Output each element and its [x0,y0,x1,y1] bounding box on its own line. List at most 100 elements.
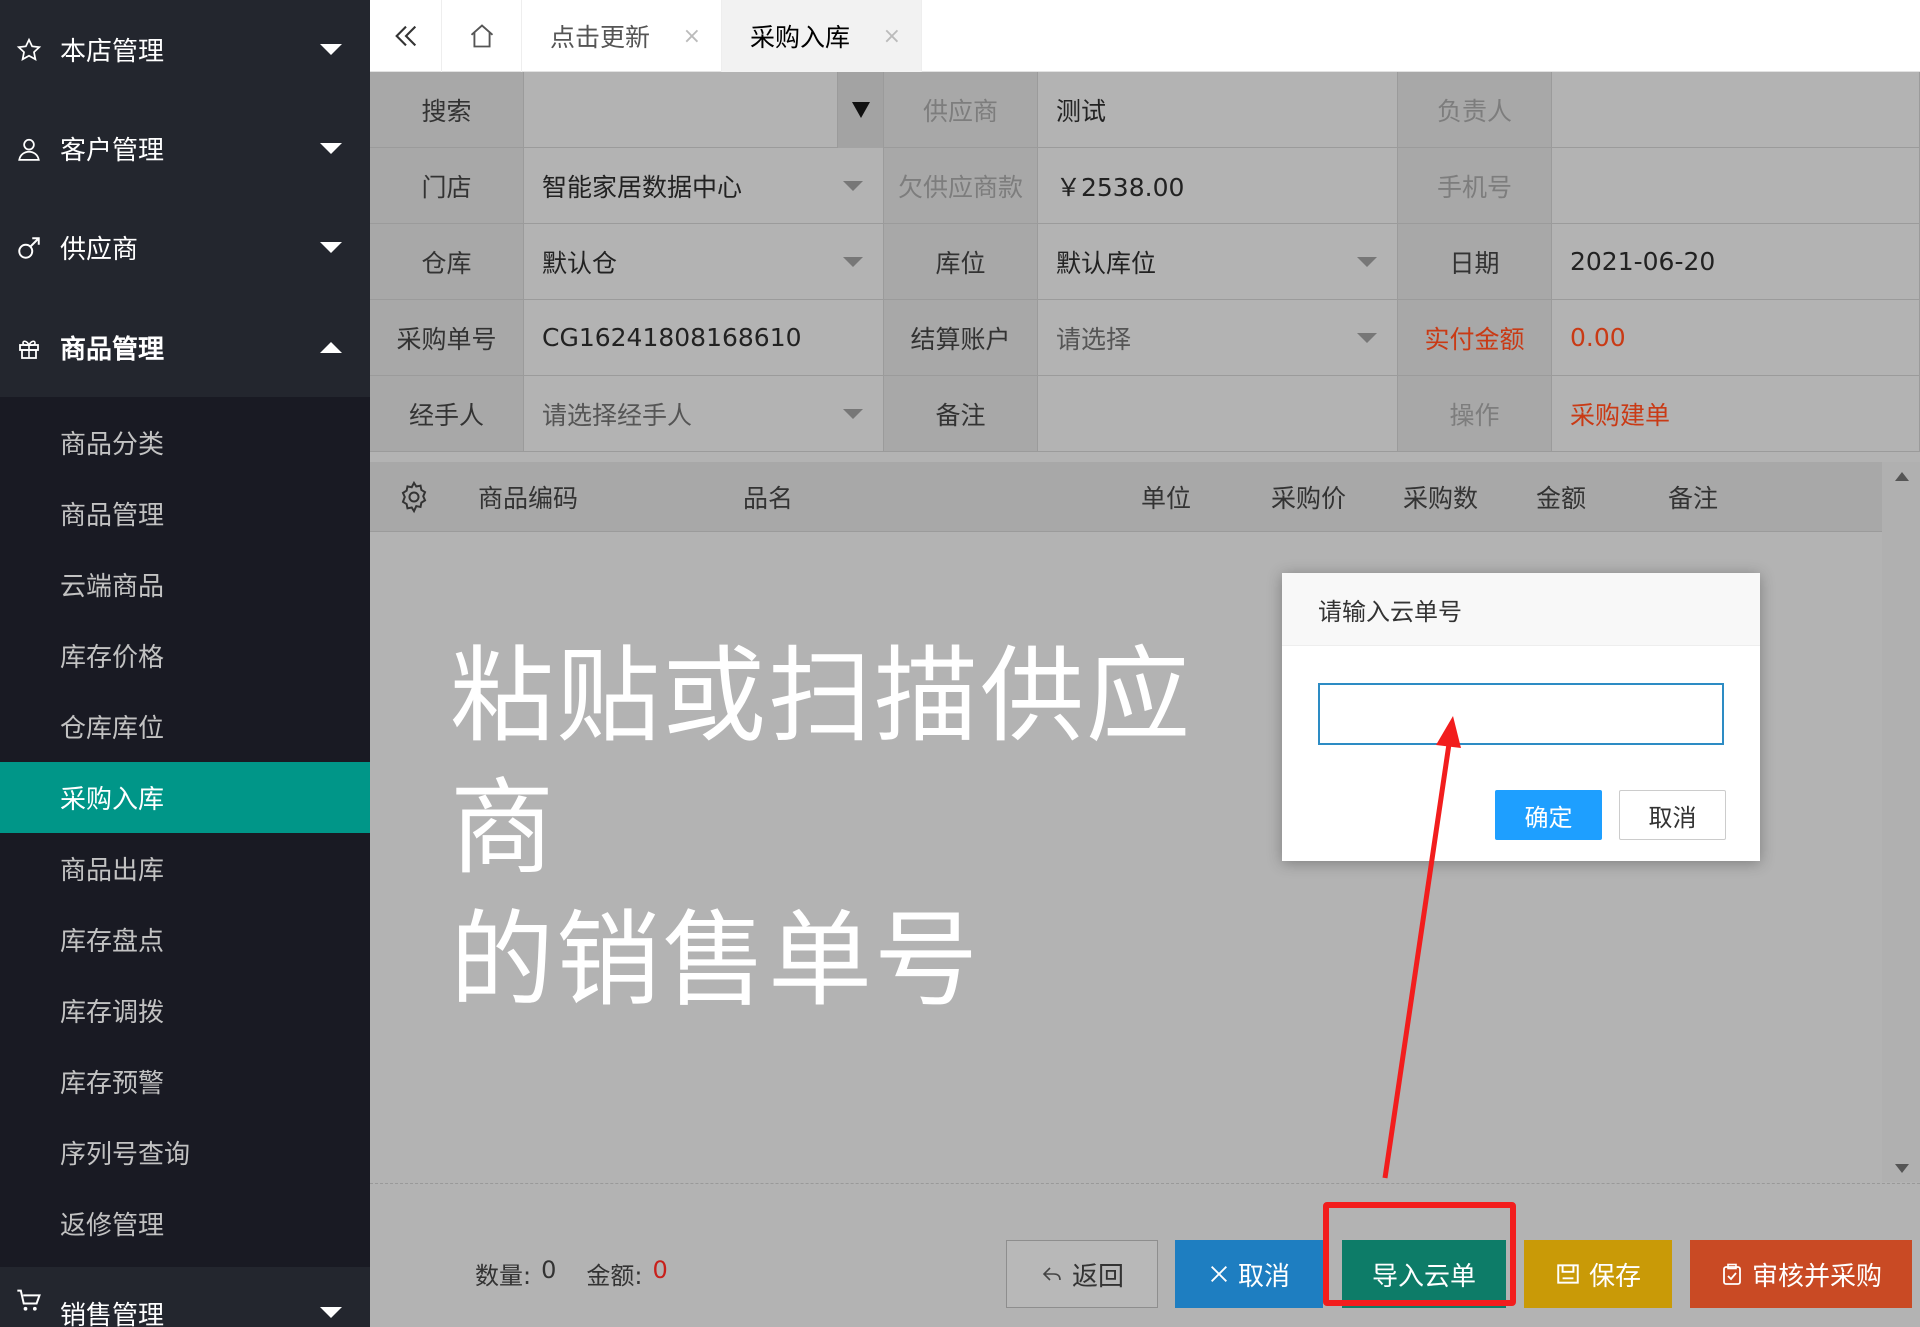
cancel-button[interactable]: 取消 [1175,1240,1323,1308]
account-label: 结算账户 [884,300,1038,376]
nav-group-label: 销售管理 [60,1301,165,1327]
highlight-box [1323,1202,1516,1306]
warehouse-select[interactable]: 默认仓 [524,224,884,300]
handler-select-placeholder: 请选择经手人 [542,400,693,430]
sidebar-item-purchase-in[interactable]: 采购入库 [0,762,370,833]
user-icon [14,134,44,164]
chevron-down-icon [1357,333,1377,343]
date-label: 日期 [1398,224,1552,300]
account-select-placeholder: 请选择 [1056,324,1132,354]
sidebar-item-product-manage[interactable]: 商品管理 [0,478,370,549]
supplier-value: 测试 [1038,72,1398,148]
column-header-code: 商品编码 [478,484,579,513]
order-no-label: 采购单号 [370,300,524,376]
column-header-unit: 单位 [1141,484,1192,513]
scroll-up-arrow-icon[interactable] [1895,472,1909,481]
owner-value [1552,72,1920,148]
store-label: 门店 [370,148,524,224]
tab-refresh[interactable]: 点击更新 × [522,0,722,72]
nav-group-label: 本店管理 [60,37,165,67]
caret-down-icon [851,102,870,118]
paid-input[interactable]: 0.00 [1552,300,1920,376]
cancel-button-label: 取消 [1237,1261,1290,1292]
sidebar-item-repair[interactable]: 返修管理 [0,1188,370,1259]
dialog-cancel-button[interactable]: 取消 [1619,790,1726,840]
audit-button-label: 审核并采购 [1751,1261,1882,1292]
order-summary: 数量: 0 金额: 0 [475,1256,668,1291]
location-select[interactable]: 默认库位 [1038,224,1398,300]
sidebar-item-stocktake[interactable]: 库存盘点 [0,904,370,975]
nav-group-customer[interactable]: 客户管理 [0,99,370,198]
subnav-product: 商品分类 商品管理 云端商品 库存价格 仓库库位 采购入库 商品出库 库存盘点 … [0,397,370,1267]
sidebar-item-warehouse-location[interactable]: 仓库库位 [0,691,370,762]
sidebar-item-stock-price[interactable]: 库存价格 [0,620,370,691]
star-icon [14,35,44,65]
table-scrollbar[interactable] [1882,462,1920,1182]
date-input[interactable]: 2021-06-20 [1552,224,1920,300]
tab-label: 点击更新 [550,23,651,52]
chevron-down-icon [843,257,863,267]
search-input[interactable] [524,72,884,148]
column-settings-button[interactable] [397,462,431,532]
close-icon[interactable]: × [883,24,901,49]
owner-label: 负责人 [1398,72,1552,148]
action-label: 操作 [1398,376,1552,452]
column-header-name: 品名 [743,484,794,513]
purchase-form: 搜索 供应商 测试 负责人 门店 智能家居数据中心 欠供应商款 ￥2538.00… [370,72,1920,452]
remark-input[interactable] [1038,376,1398,452]
handler-label: 经手人 [370,376,524,452]
cloud-order-dialog: 请输入云单号 确定 取消 [1282,573,1760,861]
store-select-value: 智能家居数据中心 [542,172,743,202]
tab-bar: 点击更新 × 采购入库 × [370,0,1920,72]
collapse-sidebar-button[interactable] [370,0,442,72]
confirm-button[interactable]: 确定 [1495,790,1602,840]
sidebar-item-category[interactable]: 商品分类 [0,407,370,478]
sidebar-item-stock-transfer[interactable]: 库存调拨 [0,975,370,1046]
scan-hint-line: 粘贴或扫描供应商 [450,635,1193,889]
create-purchase-link[interactable]: 采购建单 [1552,376,1920,452]
warehouse-label: 仓库 [370,224,524,300]
sidebar: 本店管理 客户管理 供应商 商品管理 商品分类 商品管理 云端商品 库存价格 仓… [0,0,370,1327]
account-select[interactable]: 请选择 [1038,300,1398,376]
scan-hint-text: 粘贴或扫描供应商 的销售单号 [450,630,1280,1026]
home-icon [470,24,493,48]
nav-group-sales[interactable]: 销售管理 [0,1267,370,1327]
warehouse-select-value: 默认仓 [542,248,618,278]
sidebar-item-serial-query[interactable]: 序列号查询 [0,1117,370,1188]
nav-group-label: 客户管理 [60,136,165,166]
column-header-remark: 备注 [1668,484,1719,513]
back-button[interactable]: 返回 [1006,1240,1158,1308]
sidebar-item-stock-alert[interactable]: 库存预警 [0,1046,370,1117]
cloud-order-input[interactable] [1318,683,1724,745]
nav-group-supplier[interactable]: 供应商 [0,198,370,297]
nav-group-label: 商品管理 [60,335,165,365]
qty-label: 数量: [475,1262,532,1290]
search-dropdown-button[interactable] [837,72,883,148]
handler-select[interactable]: 请选择经手人 [524,376,884,452]
sidebar-item-product-out[interactable]: 商品出库 [0,833,370,904]
close-icon[interactable]: × [683,24,701,49]
column-header-amount: 金额 [1536,484,1587,513]
gift-icon [14,333,44,363]
save-button[interactable]: 保存 [1524,1240,1672,1308]
column-header-price: 采购价 [1271,484,1347,513]
save-button-label: 保存 [1588,1261,1641,1292]
dialog-title: 请输入云单号 [1282,573,1760,646]
order-no-value: CG16241808168610 [524,300,884,376]
qty-value: 0 [541,1256,557,1284]
divider [370,1183,1920,1184]
tab-purchase-in[interactable]: 采购入库 × [722,0,922,72]
sidebar-item-cloud-product[interactable]: 云端商品 [0,549,370,620]
audit-purchase-button[interactable]: 审核并采购 [1690,1240,1912,1308]
scroll-down-arrow-icon[interactable] [1895,1164,1909,1173]
undo-icon [1042,1267,1061,1281]
store-select[interactable]: 智能家居数据中心 [524,148,884,224]
cart-icon [14,1285,44,1315]
chevron-down-icon [320,242,342,253]
home-tab[interactable] [442,0,522,72]
male-icon [14,233,44,263]
location-select-value: 默认库位 [1056,248,1157,278]
chevron-down-icon [843,181,863,191]
nav-group-product[interactable]: 商品管理 [0,298,370,397]
nav-group-store[interactable]: 本店管理 [0,0,370,99]
